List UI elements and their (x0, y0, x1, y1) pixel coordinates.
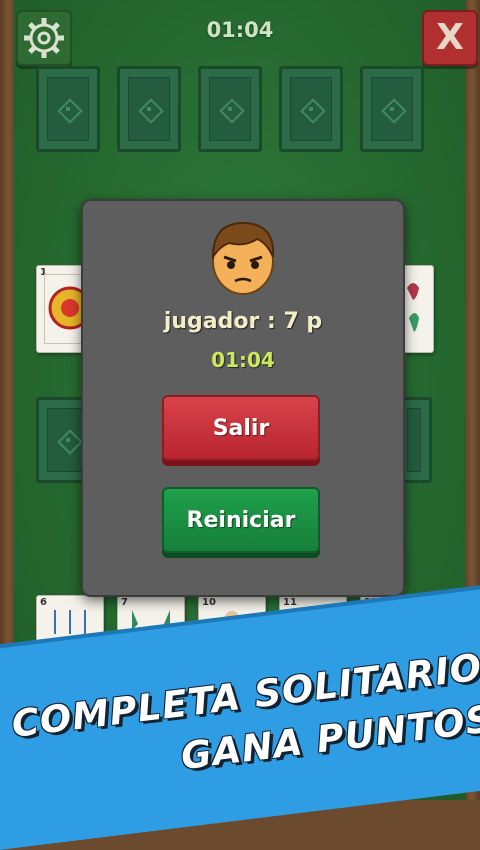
foundation-slot[interactable] (279, 66, 343, 152)
foundation-slot[interactable] (198, 66, 262, 152)
settings-button[interactable] (16, 10, 72, 66)
restart-button[interactable]: Reiniciar (162, 487, 320, 553)
gear-icon (24, 18, 64, 58)
foundation-slot[interactable] (360, 66, 424, 152)
close-button[interactable]: X (422, 10, 478, 66)
exit-button[interactable]: Salir (162, 395, 320, 461)
foundation-slot[interactable] (36, 66, 100, 152)
close-icon: X (436, 17, 464, 58)
game-timer: 01:04 (206, 18, 274, 42)
foundation-slot[interactable] (117, 66, 181, 152)
final-time: 01:04 (211, 348, 275, 372)
game-over-dialog: jugador : 7 p 01:04 Salir Reiniciar (81, 199, 405, 597)
player-avatar-icon (211, 221, 275, 295)
player-score: jugador : 7 p (163, 309, 323, 334)
